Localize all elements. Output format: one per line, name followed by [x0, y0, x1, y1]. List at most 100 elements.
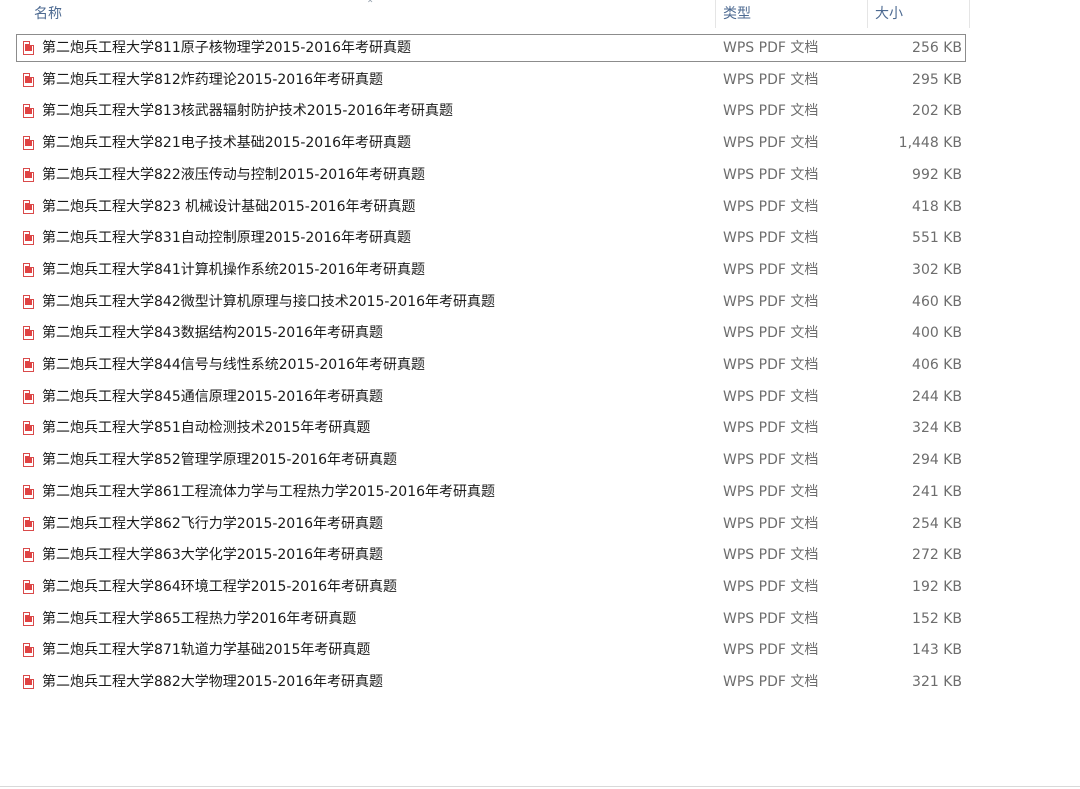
file-row[interactable]: 第二炮兵工程大学865工程热力学2016年考研真题 WPS PDF 文档 152 K…	[16, 605, 966, 633]
file-type: WPS PDF 文档	[723, 642, 819, 659]
file-name: 第二炮兵工程大学821电子技术基础2015-2016年考研真题	[42, 135, 412, 152]
column-header-bar: 名称 ⌃ 类型 大小	[0, 0, 970, 28]
pdf-file-icon	[23, 579, 34, 594]
file-row[interactable]: 第二炮兵工程大学871轨道力学基础2015年考研真题 WPS PDF 文档 143 …	[16, 636, 966, 664]
file-row[interactable]: 第二炮兵工程大学831自动控制原理2015-2016年考研真题 WPS PDF 文…	[16, 224, 966, 252]
file-type: WPS PDF 文档	[723, 166, 819, 183]
file-row[interactable]: 第二炮兵工程大学864环境工程学2015-2016年考研真题 WPS PDF 文档…	[16, 573, 966, 601]
file-size: 294 KB	[912, 452, 962, 469]
file-size: 202 KB	[912, 103, 962, 120]
file-size: 143 KB	[912, 642, 962, 659]
file-row[interactable]: 第二炮兵工程大学863大学化学2015-2016年考研真题 WPS PDF 文档 2…	[16, 541, 966, 569]
file-size: 460 KB	[912, 293, 962, 310]
file-size: 272 KB	[912, 547, 962, 564]
file-explorer-list: 名称 ⌃ 类型 大小 第二炮兵工程大学811原子核物理学2015-2016年考研…	[0, 0, 1080, 789]
file-type: WPS PDF 文档	[723, 230, 819, 247]
file-name: 第二炮兵工程大学852管理学原理2015-2016年考研真题	[42, 452, 398, 469]
file-name: 第二炮兵工程大学823 机械设计基础2015-2016年考研真题	[42, 198, 416, 215]
file-name: 第二炮兵工程大学822液压传动与控制2015-2016年考研真题	[42, 166, 426, 183]
file-size: 256 KB	[912, 40, 962, 56]
file-size: 302 KB	[912, 261, 962, 278]
file-size: 152 KB	[912, 610, 962, 627]
file-type: WPS PDF 文档	[723, 103, 819, 120]
file-size: 551 KB	[912, 230, 962, 247]
file-row[interactable]: 第二炮兵工程大学842微型计算机原理与接口技术2015-2016年考研真题 WPS…	[16, 288, 966, 316]
pdf-file-icon	[23, 675, 34, 689]
file-size: 192 KB	[912, 578, 962, 595]
file-row[interactable]: 第二炮兵工程大学844信号与线性系统2015-2016年考研真题 WPS PDF …	[16, 351, 966, 379]
file-row[interactable]: 第二炮兵工程大学812炸药理论2015-2016年考研真题 WPS PDF 文档 2…	[16, 66, 966, 94]
file-row[interactable]: 第二炮兵工程大学823 机械设计基础2015-2016年考研真题 WPS PDF …	[16, 193, 966, 221]
column-header-size-label: 大小	[875, 6, 903, 22]
file-size: 406 KB	[912, 357, 962, 373]
pdf-file-icon	[23, 516, 34, 531]
file-row[interactable]: 第二炮兵工程大学821电子技术基础2015-2016年考研真题 WPS PDF 文…	[16, 129, 966, 157]
pdf-file-icon	[23, 326, 34, 341]
file-name: 第二炮兵工程大学841计算机操作系统2015-2016年考研真题	[42, 261, 426, 278]
column-header-name-label: 名称	[34, 6, 62, 22]
file-row[interactable]: 第二炮兵工程大学841计算机操作系统2015-2016年考研真题 WPS PDF …	[16, 256, 966, 284]
file-type: WPS PDF 文档	[723, 483, 819, 500]
pdf-file-icon	[23, 199, 34, 214]
file-row[interactable]: 第二炮兵工程大学811原子核物理学2015-2016年考研真题 WPS PDF 文…	[16, 34, 966, 62]
pdf-file-icon	[23, 104, 34, 119]
file-name: 第二炮兵工程大学863大学化学2015-2016年考研真题	[42, 547, 384, 564]
file-type: WPS PDF 文档	[723, 578, 819, 595]
file-size: 295 KB	[912, 71, 962, 88]
file-name: 第二炮兵工程大学862飞行力学2015-2016年考研真题	[42, 515, 384, 532]
file-size: 418 KB	[912, 198, 962, 215]
file-name: 第二炮兵工程大学882大学物理2015-2016年考研真题	[42, 674, 384, 690]
file-type: WPS PDF 文档	[723, 40, 819, 56]
pdf-file-icon	[23, 358, 34, 372]
file-name: 第二炮兵工程大学861工程流体力学与工程热力学2015-2016年考研真题	[42, 483, 496, 500]
pdf-file-icon	[23, 41, 34, 55]
pdf-file-icon	[23, 389, 34, 404]
file-size: 324 KB	[912, 420, 962, 437]
file-name: 第二炮兵工程大学871轨道力学基础2015年考研真题	[42, 642, 371, 659]
file-size: 1,448 KB	[898, 135, 962, 152]
file-type: WPS PDF 文档	[723, 261, 819, 278]
pdf-file-icon	[23, 231, 34, 246]
file-name: 第二炮兵工程大学812炸药理论2015-2016年考研真题	[42, 71, 384, 88]
file-row[interactable]: 第二炮兵工程大学861工程流体力学与工程热力学2015-2016年考研真题 WPS…	[16, 478, 966, 506]
pdf-file-icon	[23, 643, 34, 658]
pdf-file-icon	[23, 262, 34, 277]
pdf-file-icon	[23, 294, 34, 309]
column-header-name[interactable]: 名称 ⌃	[0, 0, 716, 28]
file-size: 400 KB	[912, 325, 962, 342]
file-type: WPS PDF 文档	[723, 135, 819, 152]
file-type: WPS PDF 文档	[723, 515, 819, 532]
file-size: 254 KB	[912, 515, 962, 532]
file-row[interactable]: 第二炮兵工程大学813核武器辐射防护技术2015-2016年考研真题 WPS PD…	[16, 97, 966, 125]
file-size: 992 KB	[912, 166, 962, 183]
file-row[interactable]: 第二炮兵工程大学852管理学原理2015-2016年考研真题 WPS PDF 文档…	[16, 446, 966, 474]
file-size: 241 KB	[912, 483, 962, 500]
file-type: WPS PDF 文档	[723, 357, 819, 373]
file-type: WPS PDF 文档	[723, 610, 819, 627]
file-name: 第二炮兵工程大学865工程热力学2016年考研真题	[42, 610, 357, 627]
file-name: 第二炮兵工程大学864环境工程学2015-2016年考研真题	[42, 578, 398, 595]
file-name: 第二炮兵工程大学845通信原理2015-2016年考研真题	[42, 388, 384, 405]
file-size: 244 KB	[912, 388, 962, 405]
file-type: WPS PDF 文档	[723, 547, 819, 564]
file-row[interactable]: 第二炮兵工程大学822液压传动与控制2015-2016年考研真题 WPS PDF …	[16, 161, 966, 189]
file-row[interactable]: 第二炮兵工程大学882大学物理2015-2016年考研真题 WPS PDF 文档 3…	[16, 668, 966, 696]
pdf-file-icon	[23, 421, 34, 436]
file-type: WPS PDF 文档	[723, 388, 819, 405]
pdf-file-icon	[23, 136, 34, 151]
pdf-file-icon	[23, 484, 34, 499]
file-name: 第二炮兵工程大学813核武器辐射防护技术2015-2016年考研真题	[42, 103, 454, 120]
column-header-type[interactable]: 类型	[716, 0, 868, 28]
file-row[interactable]: 第二炮兵工程大学851自动检测技术2015年考研真题 WPS PDF 文档 324 …	[16, 414, 966, 442]
file-type: WPS PDF 文档	[723, 420, 819, 437]
file-name: 第二炮兵工程大学844信号与线性系统2015-2016年考研真题	[42, 357, 426, 373]
file-row[interactable]: 第二炮兵工程大学843数据结构2015-2016年考研真题 WPS PDF 文档 4…	[16, 319, 966, 347]
file-name: 第二炮兵工程大学811原子核物理学2015-2016年考研真题	[42, 40, 412, 56]
file-row[interactable]: 第二炮兵工程大学845通信原理2015-2016年考研真题 WPS PDF 文档 2…	[16, 383, 966, 411]
file-name: 第二炮兵工程大学851自动检测技术2015年考研真题	[42, 420, 371, 437]
bottom-divider	[0, 786, 1080, 787]
pdf-file-icon	[23, 167, 34, 182]
column-header-size[interactable]: 大小	[868, 0, 970, 28]
file-type: WPS PDF 文档	[723, 674, 819, 690]
file-row[interactable]: 第二炮兵工程大学862飞行力学2015-2016年考研真题 WPS PDF 文档 2…	[16, 510, 966, 538]
